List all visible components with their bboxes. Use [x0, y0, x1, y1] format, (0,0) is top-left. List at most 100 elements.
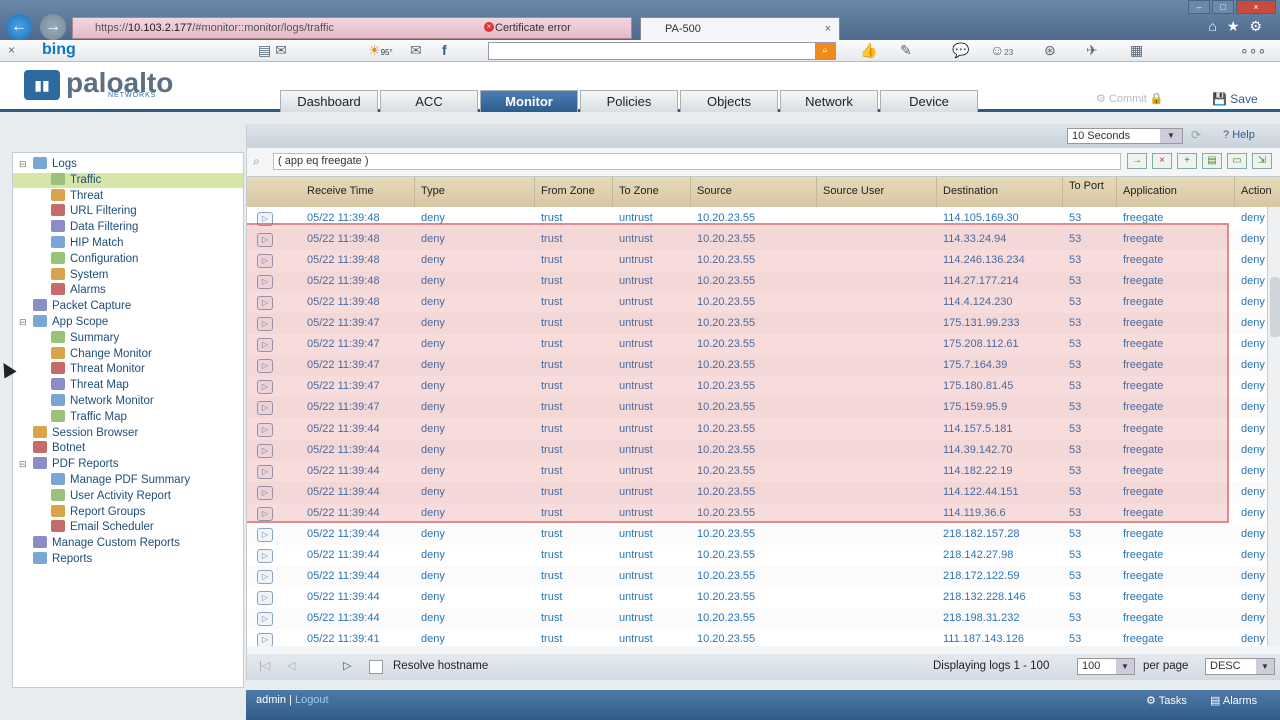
log-detail-icon[interactable]: ▷: [257, 317, 273, 332]
search-icon[interactable]: ⌕: [815, 43, 835, 59]
cell-destination[interactable]: 218.182.157.28: [943, 524, 1061, 545]
cell-source[interactable]: 10.20.23.55: [697, 545, 815, 566]
log-detail-icon[interactable]: ▷: [257, 506, 273, 521]
cell-source[interactable]: 10.20.23.55: [697, 271, 815, 292]
sidebar-item-configuration[interactable]: Configuration: [51, 251, 138, 267]
table-row[interactable]: ▷ 05/22 11:39:47 deny trust untrust 10.20.23.…: [247, 355, 1280, 377]
apply-filter-icon[interactable]: →: [1127, 153, 1147, 169]
cell-to-zone[interactable]: untrust: [619, 250, 689, 271]
cell-source[interactable]: 10.20.23.55: [697, 376, 815, 397]
cell-to-zone[interactable]: untrust: [619, 376, 689, 397]
sidebar-item-manage-custom-reports[interactable]: Manage Custom Reports: [33, 536, 180, 551]
cell-source[interactable]: 10.20.23.55: [697, 566, 815, 587]
next-page-icon[interactable]: ▷: [343, 659, 351, 672]
like-icon[interactable]: 👍: [860, 42, 877, 59]
cell-to-zone[interactable]: untrust: [619, 397, 689, 418]
cell-application[interactable]: freegate: [1123, 355, 1233, 376]
prev-page-icon[interactable]: ◁: [287, 659, 295, 672]
column-header-source-user[interactable]: Source User: [817, 177, 937, 207]
log-detail-icon[interactable]: ▷: [257, 485, 273, 500]
close-tab-icon[interactable]: ×: [825, 18, 831, 40]
cell-receive-time[interactable]: 05/22 11:39:47: [307, 334, 413, 355]
column-header-application[interactable]: Application: [1117, 177, 1235, 207]
cell-from-zone[interactable]: trust: [541, 292, 611, 313]
cell-type[interactable]: deny: [421, 629, 533, 646]
home-icon[interactable]: ⌂: [1208, 18, 1226, 34]
load-filter-icon[interactable]: ▭: [1227, 153, 1247, 169]
table-row[interactable]: ▷ 05/22 11:39:44 deny trust untrust 10.20.23.…: [247, 461, 1280, 482]
sidebar-item-threat-monitor[interactable]: Threat Monitor: [51, 362, 145, 377]
cell-from-zone[interactable]: trust: [541, 271, 611, 292]
cell-application[interactable]: freegate: [1123, 461, 1233, 482]
sidebar-item-data-filtering[interactable]: Data Filtering: [51, 220, 138, 235]
cell-receive-time[interactable]: 05/22 11:39:48: [307, 271, 413, 292]
cell-to-zone[interactable]: untrust: [619, 334, 689, 355]
close-window-icon[interactable]: ×: [1236, 0, 1276, 14]
table-row[interactable]: ▷ 05/22 11:39:44 deny trust untrust 10.20.23.…: [247, 587, 1280, 608]
cell-from-zone[interactable]: trust: [541, 629, 611, 646]
cell-from-zone[interactable]: trust: [541, 313, 611, 334]
cell-receive-time[interactable]: 05/22 11:39:47: [307, 397, 413, 418]
sidebar-item-traffic-map[interactable]: Traffic Map: [51, 409, 127, 425]
cell-source[interactable]: 10.20.23.55: [697, 440, 815, 461]
cell-source[interactable]: 10.20.23.55: [697, 208, 815, 229]
cell-receive-time[interactable]: 05/22 11:39:44: [307, 566, 413, 587]
cell-type[interactable]: deny: [421, 461, 533, 482]
cell-to-zone[interactable]: untrust: [619, 503, 689, 524]
resolve-hostname-checkbox[interactable]: [369, 660, 383, 674]
cell-destination[interactable]: 114.27.177.214: [943, 271, 1061, 292]
messenger-icon[interactable]: ☺23: [990, 42, 1013, 58]
minimize-icon[interactable]: –: [1188, 0, 1210, 14]
log-detail-icon[interactable]: ▷: [257, 254, 273, 269]
cell-type[interactable]: deny: [421, 545, 533, 566]
cell-type[interactable]: deny: [421, 292, 533, 313]
cell-application[interactable]: freegate: [1123, 503, 1233, 524]
cell-type[interactable]: deny: [421, 482, 533, 503]
chat-icon[interactable]: 💬: [952, 42, 969, 59]
cell-destination[interactable]: 175.180.81.45: [943, 376, 1061, 397]
cell-application[interactable]: freegate: [1123, 376, 1233, 397]
cell-to-zone[interactable]: untrust: [619, 629, 689, 646]
cell-destination[interactable]: 218.142.27.98: [943, 545, 1061, 566]
column-header-action[interactable]: Action: [1235, 177, 1280, 207]
cell-application[interactable]: freegate: [1123, 334, 1233, 355]
log-detail-icon[interactable]: ▷: [257, 590, 273, 605]
maximize-icon[interactable]: □: [1212, 0, 1234, 14]
cell-destination[interactable]: 175.208.112.61: [943, 334, 1061, 355]
sidebar-item-alarms[interactable]: Alarms: [51, 283, 106, 298]
table-row[interactable]: ▷ 05/22 11:39:44 deny trust untrust 10.20.23.…: [247, 565, 1280, 587]
cell-to-port[interactable]: 53: [1069, 482, 1115, 503]
cell-receive-time[interactable]: 05/22 11:39:41: [307, 629, 413, 646]
sidebar-item-pdf-reports[interactable]: ⊟ PDF Reports: [19, 457, 118, 472]
cell-to-port[interactable]: 53: [1069, 208, 1115, 229]
cell-from-zone[interactable]: trust: [541, 545, 611, 566]
column-header-from-zone[interactable]: From Zone: [535, 177, 613, 207]
cell-to-port[interactable]: 53: [1069, 229, 1115, 250]
cell-type[interactable]: deny: [421, 503, 533, 524]
table-row[interactable]: ▷ 05/22 11:39:47 deny trust untrust 10.20.23.…: [247, 334, 1280, 355]
gear-icon[interactable]: ⚙: [1249, 18, 1272, 34]
log-detail-icon[interactable]: ▷: [257, 359, 273, 374]
bing-search-input[interactable]: ⌕: [488, 42, 836, 60]
cell-from-zone[interactable]: trust: [541, 524, 611, 545]
cell-application[interactable]: freegate: [1123, 608, 1233, 629]
cell-to-port[interactable]: 53: [1069, 292, 1115, 313]
cell-source[interactable]: 10.20.23.55: [697, 229, 815, 250]
sidebar-item-threat[interactable]: Threat: [51, 188, 103, 204]
add-filter-icon[interactable]: +: [1177, 153, 1197, 169]
cell-type[interactable]: deny: [421, 608, 533, 629]
cell-to-zone[interactable]: untrust: [619, 566, 689, 587]
cell-type[interactable]: deny: [421, 587, 533, 608]
cell-type[interactable]: deny: [421, 271, 533, 292]
sidebar-item-network-monitor[interactable]: Network Monitor: [51, 394, 154, 409]
table-row[interactable]: ▷ 05/22 11:39:44 deny trust untrust 10.20.23.…: [247, 523, 1280, 545]
refresh-icon[interactable]: ⟳: [1191, 128, 1201, 142]
tab-monitor[interactable]: Monitor: [480, 90, 578, 112]
save-button[interactable]: 💾 Save: [1212, 92, 1258, 106]
sidebar-item-system[interactable]: System: [51, 267, 108, 283]
cell-to-port[interactable]: 53: [1069, 524, 1115, 545]
cell-source[interactable]: 10.20.23.55: [697, 503, 815, 524]
cell-destination[interactable]: 175.7.164.39: [943, 355, 1061, 376]
cell-to-zone[interactable]: untrust: [619, 271, 689, 292]
forward-button[interactable]: →: [40, 14, 66, 40]
